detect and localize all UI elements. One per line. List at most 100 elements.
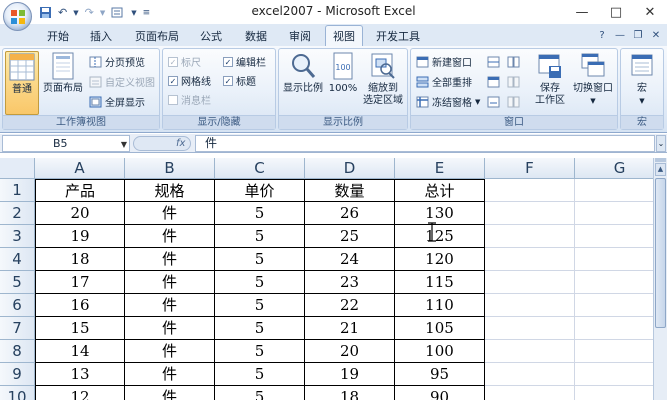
cell-b2[interactable]: 件 xyxy=(125,202,215,225)
split-box[interactable] xyxy=(655,158,666,162)
office-button[interactable] xyxy=(3,2,32,31)
formula-bar-expand-icon[interactable]: ⌄ xyxy=(656,135,666,152)
macros-button[interactable]: 宏 ▼ xyxy=(624,51,660,107)
zoom-to-selection-button[interactable]: 缩放到 选定区域 xyxy=(361,51,405,107)
cell-e9[interactable]: 95 xyxy=(395,363,485,386)
cell-e8[interactable]: 100 xyxy=(395,340,485,363)
cell-d1[interactable]: 数量 xyxy=(305,179,395,202)
cell-d10[interactable]: 18 xyxy=(305,386,395,400)
cell-c6[interactable]: 5 xyxy=(215,294,305,317)
column-header-a[interactable]: A xyxy=(35,158,125,179)
scroll-up-icon[interactable]: ▲ xyxy=(655,163,666,176)
normal-view-button[interactable]: 普通 xyxy=(5,51,39,115)
insert-function-button[interactable]: fx xyxy=(133,136,191,151)
freeze-panes-button[interactable]: 冻结窗格 ▼ xyxy=(416,94,480,109)
cell-d5[interactable]: 23 xyxy=(305,271,395,294)
cell-b5[interactable]: 件 xyxy=(125,271,215,294)
select-all-corner[interactable] xyxy=(0,158,35,179)
cell-c8[interactable]: 5 xyxy=(215,340,305,363)
cell-d8[interactable]: 20 xyxy=(305,340,395,363)
row-header-3[interactable]: 3 xyxy=(0,225,35,248)
save-workspace-button[interactable]: 保存 工作区 xyxy=(531,51,569,107)
cell-g1[interactable] xyxy=(575,179,653,202)
cell-a7[interactable]: 15 xyxy=(35,317,125,340)
scroll-thumb[interactable] xyxy=(655,178,666,328)
tab-page-layout[interactable]: 页面布局 xyxy=(129,25,185,46)
row-header-2[interactable]: 2 xyxy=(0,202,35,225)
tab-view[interactable]: 视图 xyxy=(325,25,363,46)
cell-d6[interactable]: 22 xyxy=(305,294,395,317)
view-side-by-side-button[interactable] xyxy=(507,54,520,69)
cell-f1[interactable] xyxy=(485,179,575,202)
formula-input[interactable]: 件 xyxy=(195,135,655,152)
arrange-all-button[interactable]: 全部重排 xyxy=(416,74,472,89)
row-header-10[interactable]: 10 xyxy=(0,386,35,400)
cell-c7[interactable]: 5 xyxy=(215,317,305,340)
cell-e6[interactable]: 110 xyxy=(395,294,485,317)
vertical-scrollbar[interactable]: ▲ xyxy=(653,158,667,400)
cell-g4[interactable] xyxy=(575,248,653,271)
column-header-d[interactable]: D xyxy=(305,158,395,179)
cell-f3[interactable] xyxy=(485,225,575,248)
cell-e1[interactable]: 总计 xyxy=(395,179,485,202)
row-header-1[interactable]: 1 xyxy=(0,179,35,202)
cell-c5[interactable]: 5 xyxy=(215,271,305,294)
row-header-6[interactable]: 6 xyxy=(0,294,35,317)
cell-e2[interactable]: 130 xyxy=(395,202,485,225)
cell-a10[interactable]: 12 xyxy=(35,386,125,400)
cell-d9[interactable]: 19 xyxy=(305,363,395,386)
split-button[interactable] xyxy=(487,54,500,69)
column-header-e[interactable]: E xyxy=(395,158,485,179)
minimize-icon[interactable]: — xyxy=(565,0,599,24)
headings-checkbox[interactable]: ✓ 标题 xyxy=(223,73,256,88)
cell-a3[interactable]: 19 xyxy=(35,225,125,248)
tab-home[interactable]: 开始 xyxy=(40,25,76,46)
ruler-checkbox[interactable]: ✓ 标尺 xyxy=(168,54,201,69)
cell-b7[interactable]: 件 xyxy=(125,317,215,340)
cell-g8[interactable] xyxy=(575,340,653,363)
cell-a6[interactable]: 16 xyxy=(35,294,125,317)
close-icon[interactable]: ✕ xyxy=(633,0,667,24)
help-icon[interactable]: ? xyxy=(595,28,609,42)
cell-d7[interactable]: 21 xyxy=(305,317,395,340)
cell-c10[interactable]: 5 xyxy=(215,386,305,400)
tab-developer[interactable]: 开发工具 xyxy=(370,25,426,46)
column-header-c[interactable]: C xyxy=(215,158,305,179)
cell-g5[interactable] xyxy=(575,271,653,294)
cell-e10[interactable]: 90 xyxy=(395,386,485,400)
message-bar-checkbox[interactable]: 消息栏 xyxy=(168,92,211,107)
zoom-100-button[interactable]: 100 100% xyxy=(327,51,359,95)
cell-b4[interactable]: 件 xyxy=(125,248,215,271)
row-header-8[interactable]: 8 xyxy=(0,340,35,363)
cell-c4[interactable]: 5 xyxy=(215,248,305,271)
cell-e7[interactable]: 105 xyxy=(395,317,485,340)
cell-b8[interactable]: 件 xyxy=(125,340,215,363)
cell-g9[interactable] xyxy=(575,363,653,386)
cell-d4[interactable]: 24 xyxy=(305,248,395,271)
cell-b3[interactable]: 件 xyxy=(125,225,215,248)
cell-f8[interactable] xyxy=(485,340,575,363)
cell-e4[interactable]: 120 xyxy=(395,248,485,271)
zoom-button[interactable]: 显示比例 xyxy=(282,51,324,95)
page-layout-view-button[interactable]: 页面布局 xyxy=(41,51,85,95)
cell-f6[interactable] xyxy=(485,294,575,317)
reset-window-position-button[interactable] xyxy=(507,94,520,109)
cell-b1[interactable]: 规格 xyxy=(125,179,215,202)
cell-f4[interactable] xyxy=(485,248,575,271)
cell-a4[interactable]: 18 xyxy=(35,248,125,271)
row-header-7[interactable]: 7 xyxy=(0,317,35,340)
gridlines-checkbox[interactable]: ✓ 网格线 xyxy=(168,73,211,88)
ribbon-close-icon[interactable]: ✕ xyxy=(649,28,663,42)
page-break-preview-button[interactable]: 分页预览 xyxy=(89,54,145,69)
formula-bar-checkbox[interactable]: ✓ 编辑栏 xyxy=(223,54,266,69)
name-box-dropdown-icon[interactable]: ▼ xyxy=(121,137,127,152)
cell-a1[interactable]: 产品 xyxy=(35,179,125,202)
cell-d2[interactable]: 26 xyxy=(305,202,395,225)
cell-a9[interactable]: 13 xyxy=(35,363,125,386)
hide-window-button[interactable] xyxy=(487,74,500,89)
column-header-f[interactable]: F xyxy=(485,158,575,179)
row-header-9[interactable]: 9 xyxy=(0,363,35,386)
row-header-4[interactable]: 4 xyxy=(0,248,35,271)
cell-b9[interactable]: 件 xyxy=(125,363,215,386)
tab-data[interactable]: 数据 xyxy=(238,25,274,46)
